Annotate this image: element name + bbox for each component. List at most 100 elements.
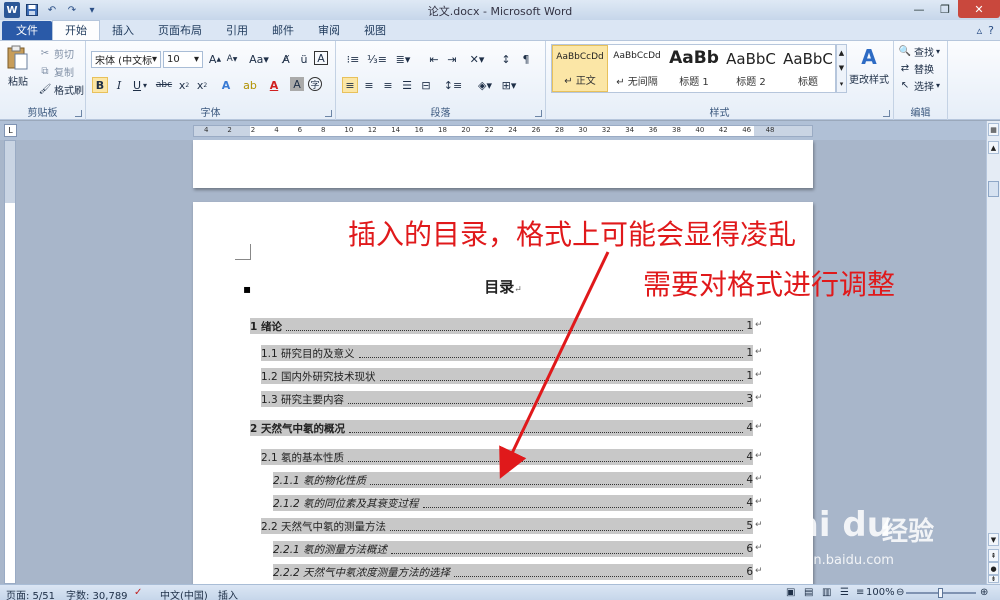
phonetic-guide-icon[interactable]: ü [296, 51, 312, 67]
tab-file[interactable]: 文件 [2, 21, 52, 40]
chinese-layout-icon[interactable]: ✕▾ [466, 51, 488, 67]
word-logo-icon[interactable]: W [4, 2, 20, 18]
style-no-spacing[interactable]: AaBbCcDd ↵ 无间隔 [609, 45, 665, 92]
enclose-character-icon[interactable]: 字 [308, 77, 322, 91]
zoom-level[interactable]: 100% [866, 587, 895, 598]
style-normal[interactable]: AaBbCcDd ↵ 正文 [552, 45, 608, 92]
scroll-down-icon[interactable]: ▼ [988, 533, 999, 546]
character-shading-icon[interactable]: A [290, 77, 304, 91]
font-launcher-icon[interactable] [325, 110, 332, 117]
toc-entry[interactable]: 1.2 国内外研究技术现状 1 [261, 368, 753, 384]
text-effects-icon[interactable]: A [218, 77, 234, 93]
tab-view[interactable]: 视图 [352, 21, 398, 40]
draft-view-icon[interactable]: ≡ [856, 587, 864, 598]
close-icon[interactable]: ✕ [958, 0, 1000, 18]
increase-indent-icon[interactable]: ⇥ [444, 51, 460, 67]
style-heading-1[interactable]: AaBb 标题 1 [666, 45, 722, 92]
toc-entry[interactable]: 2.1.1 氡的物化性质 4 [273, 472, 753, 488]
toc-entry[interactable]: 2 天然气中氡的概况 4 [250, 420, 753, 436]
document-area[interactable]: ▪ 目录↵ 1 绪论 1 ↵ 1.1 研究目的及意义 1 ↵ 1.2 国内外研究技术现状 1 ↵… [0, 140, 986, 584]
undo-icon[interactable]: ↶ [44, 2, 60, 18]
print-layout-view-icon[interactable]: ▣ [786, 587, 795, 598]
italic-icon[interactable]: I [111, 77, 127, 93]
numbering-icon[interactable]: ⅓≡ [366, 51, 388, 67]
previous-page-icon[interactable]: ⇞ [988, 549, 999, 562]
paste-button[interactable]: 粘贴 [6, 45, 30, 88]
outline-view-icon[interactable]: ☰ [840, 587, 849, 598]
format-painter-button[interactable]: 🖌 格式刷 [38, 82, 84, 97]
multilevel-list-icon[interactable]: ≣▾ [392, 51, 414, 67]
toc-entry[interactable]: 1 绪论 1 [250, 318, 753, 334]
vertical-scrollbar[interactable]: ▦ ▲ ▼ ⇞ ● ⇟ [986, 121, 1000, 584]
character-border-icon[interactable]: A [314, 51, 328, 65]
toc-entry[interactable]: 2.1.2 氡的同位素及其衰变过程 4 [273, 495, 753, 511]
toc-entry[interactable]: 2.2 天然气中氡的测量方法 5 [261, 518, 753, 534]
borders-icon[interactable]: ⊞▾ [498, 77, 520, 93]
bold-icon[interactable]: B [92, 77, 108, 93]
find-button[interactable]: 🔍 查找 ▾ [898, 44, 940, 59]
current-page[interactable]: ▪ 目录↵ 1 绪论 1 ↵ 1.1 研究目的及意义 1 ↵ 1.2 国内外研究技术现状 1 ↵… [193, 202, 813, 584]
underline-dropdown-icon[interactable]: ▾ [141, 77, 149, 93]
scrollbar-thumb[interactable] [988, 181, 999, 197]
minimize-ribbon-icon[interactable]: ▵ [977, 24, 983, 37]
toc-entry[interactable]: 2.2.1 氡的测量方法概述 6 [273, 541, 753, 557]
tab-home[interactable]: 开始 [52, 20, 100, 40]
tab-references[interactable]: 引用 [214, 21, 260, 40]
copy-button[interactable]: ⧉ 复制 [38, 64, 74, 79]
next-page-icon[interactable]: ⇟ [988, 575, 999, 583]
scroll-up-icon[interactable]: ▲ [988, 141, 999, 154]
select-browse-object-icon[interactable]: ● [988, 562, 999, 575]
replace-button[interactable]: ⇄ 替换 [898, 61, 934, 76]
full-screen-reading-icon[interactable]: ▤ [804, 587, 813, 598]
toc-entry[interactable]: 1.3 研究主要内容 3 [261, 391, 753, 407]
toc-entry[interactable]: 1.1 研究目的及意义 1 [261, 345, 753, 361]
style-heading-2[interactable]: AaBbC 标题 2 [723, 45, 779, 92]
ruler-toggle-icon[interactable]: ▦ [988, 123, 999, 136]
cut-button[interactable]: ✂ 剪切 [38, 46, 74, 61]
grow-font-icon[interactable]: A ▲ [207, 51, 223, 67]
font-name-dropdown[interactable]: 宋体 (中文标题)▾ [91, 51, 161, 68]
select-button[interactable]: ↖ 选择 ▾ [898, 78, 940, 93]
customize-qat-icon[interactable]: ▾ [84, 2, 100, 18]
strikethrough-icon[interactable]: abc [156, 77, 172, 93]
change-styles-button[interactable]: A 更改样式 [849, 45, 889, 86]
paragraph-launcher-icon[interactable] [535, 110, 542, 117]
web-layout-icon[interactable]: ▥ [822, 587, 831, 598]
align-center-icon[interactable]: ≡ [361, 77, 377, 93]
justify-icon[interactable]: ☰ [399, 77, 415, 93]
clear-formatting-icon[interactable]: A̸ [278, 51, 294, 67]
font-color-icon[interactable]: A [266, 77, 282, 93]
page-indicator[interactable]: 页面: 5/51 [6, 587, 55, 600]
highlight-icon[interactable]: ab [242, 77, 258, 93]
distributed-icon[interactable]: ⊟ [418, 77, 434, 93]
chevron-down-icon[interactable]: ▼ [839, 64, 844, 72]
tab-page-layout[interactable]: 页面布局 [146, 21, 214, 40]
toc-entry[interactable]: 2.1 氡的基本性质 4 [261, 449, 753, 465]
zoom-in-icon[interactable]: ⊕ [980, 587, 988, 598]
maximize-icon[interactable]: ❐ [932, 0, 958, 18]
style-title[interactable]: AaBbC 标题 [780, 45, 836, 92]
word-count[interactable]: 字数: 30,789 [66, 587, 128, 600]
subscript-icon[interactable]: x2 [176, 77, 192, 93]
redo-icon[interactable]: ↷ [64, 2, 80, 18]
line-spacing-icon[interactable]: ↕≡ [442, 77, 464, 93]
chevron-up-icon[interactable]: ▲ [839, 49, 844, 57]
minimize-icon[interactable]: — [906, 0, 932, 18]
toc-entry[interactable]: 2.2.2 天然气中氡浓度测量方法的选择 6 [273, 564, 753, 580]
styles-launcher-icon[interactable] [883, 110, 890, 117]
bullets-icon[interactable]: ⁝≡ [342, 51, 364, 67]
align-right-icon[interactable]: ≡ [380, 77, 396, 93]
shrink-font-icon[interactable]: A ▼ [224, 51, 240, 67]
clipboard-launcher-icon[interactable] [75, 110, 82, 117]
more-styles-icon[interactable]: ▾ [840, 80, 844, 88]
change-case-icon[interactable]: Aa▾ [248, 51, 270, 67]
proofing-icon[interactable]: ✓ [134, 587, 142, 598]
align-left-icon[interactable]: ≡ [342, 77, 358, 93]
tab-insert[interactable]: 插入 [100, 21, 146, 40]
zoom-slider-thumb[interactable] [938, 588, 943, 598]
horizontal-ruler[interactable]: 4 2 2 4 6 8 10 12 14 16 18 20 22 24 26 28 30 32 34 36 38 40 42… [193, 125, 813, 137]
insert-mode-indicator[interactable]: 插入 [218, 587, 238, 600]
decrease-indent-icon[interactable]: ⇤ [426, 51, 442, 67]
vertical-ruler[interactable] [4, 140, 16, 584]
tab-selector-icon[interactable]: L [4, 124, 17, 137]
